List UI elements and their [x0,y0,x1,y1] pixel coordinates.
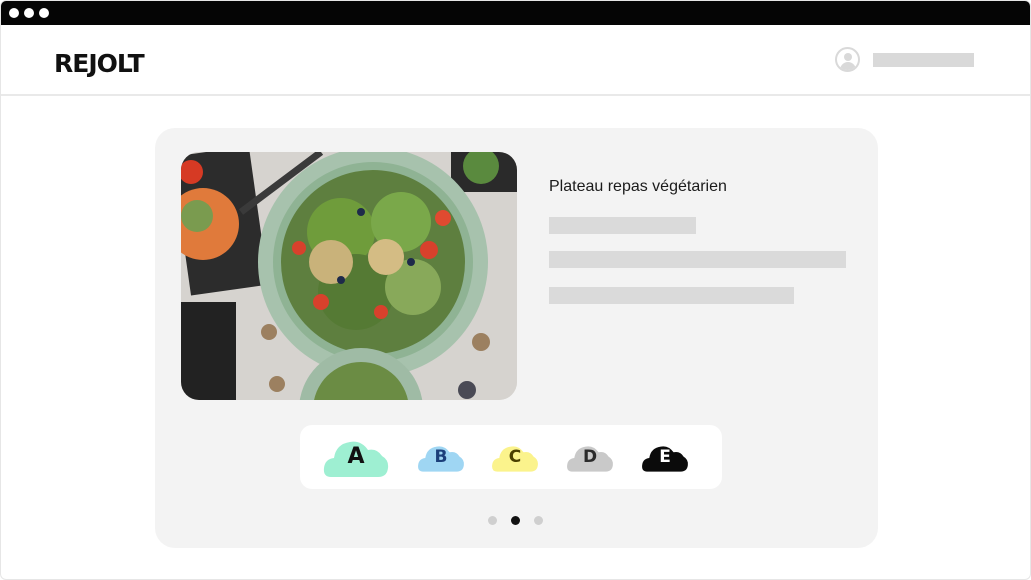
eco-score-selector: A B C D E [300,425,722,489]
window-control-dot[interactable] [39,8,49,18]
user-name-placeholder[interactable] [873,53,974,67]
brand-logo[interactable]: REJOLT [54,49,145,78]
product-title[interactable]: Plateau repas végétarien [549,178,727,196]
grade-b-cloud-icon[interactable]: B [416,438,466,478]
grade-c-cloud-icon[interactable]: C [490,438,540,478]
carousel-dot[interactable] [511,516,520,525]
top-navigation: REJOLT [1,25,1030,96]
carousel-dot[interactable] [534,516,543,525]
text-line-placeholder [549,217,696,234]
text-line-placeholder [549,251,846,268]
browser-window: REJOLT Plateau repas végétarien A B C D … [0,0,1031,580]
product-photo [181,152,517,400]
window-control-dot[interactable] [24,8,34,18]
browser-titlebar [1,1,1030,25]
grade-d-label: D [582,447,598,467]
product-card: Plateau repas végétarien A B C D E [155,128,878,548]
grade-e-label: E [659,447,671,467]
user-avatar-icon[interactable] [835,47,860,72]
grade-a-cloud-icon[interactable]: A [321,433,391,483]
carousel-dot[interactable] [488,516,497,525]
grade-b-label: B [434,447,448,467]
text-line-placeholder [549,287,794,304]
grade-a-label: A [347,444,365,469]
grade-d-cloud-icon[interactable]: D [565,438,615,478]
grade-c-label: C [508,447,522,467]
grade-e-cloud-icon[interactable]: E [640,438,690,478]
window-control-dot[interactable] [9,8,19,18]
